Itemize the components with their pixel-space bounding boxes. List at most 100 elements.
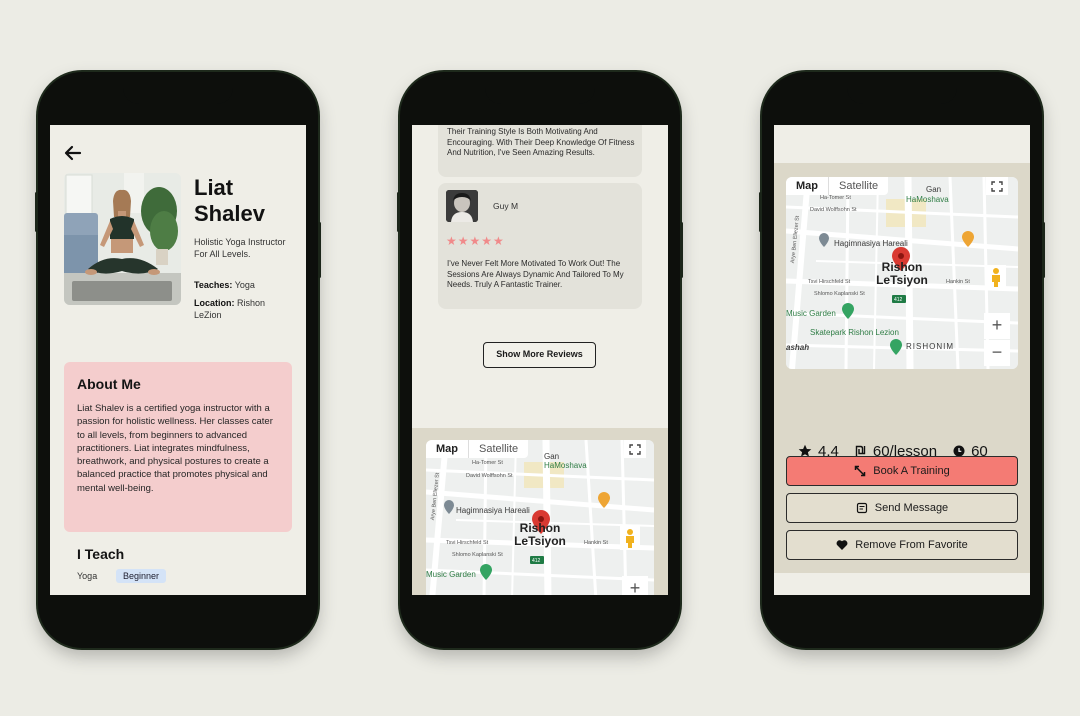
phone-notch (123, 76, 233, 104)
rating-stars: ★★★★★ (446, 234, 505, 248)
street-hatomer: Ha-Tomer St (472, 460, 503, 466)
show-more-reviews-button[interactable]: Show More Reviews (483, 342, 596, 368)
message-icon (856, 502, 867, 514)
map-view[interactable]: 412 Map Satellite Gan HaMoshava Ha-Tomer… (786, 177, 1018, 369)
back-arrow-icon[interactable] (64, 145, 82, 161)
city-line2: LeTsiyon (514, 534, 566, 548)
teaches-label: Teaches: (194, 280, 233, 290)
yoga-instructor-image (64, 173, 181, 305)
poi-music-garden: Music Garden (426, 570, 476, 579)
map-panel: 412 Map Satellite Gan HaMoshava Ha-Tomer… (412, 428, 668, 595)
send-message-label: Send Message (874, 502, 949, 514)
phone-mockup-reviews: Their Training Style Is Both Motivating … (397, 72, 683, 648)
poi-ashah: ashah (786, 343, 810, 352)
map-pin-icon (842, 303, 854, 319)
poi-gan: Gan (544, 452, 560, 461)
book-training-button[interactable]: Book A Training (786, 456, 1018, 486)
map-pin-icon (598, 492, 610, 508)
street-tsvi: Tsvi Hirschfeld St (808, 279, 851, 285)
poi-music-garden: Music Garden (786, 309, 836, 318)
poi-hagimnasiya: Hagimnasiya Hareali (456, 506, 530, 515)
fullscreen-icon[interactable] (624, 440, 646, 458)
street-hankin: Hankin St (946, 279, 970, 285)
heart-icon (836, 540, 848, 550)
street-david: David Wolffsohn St (466, 473, 513, 479)
remove-favorite-button[interactable]: Remove From Favorite (786, 530, 1018, 560)
review-text: Their Training Style Is Both Motivating … (447, 127, 635, 158)
zoom-in-button[interactable]: + (984, 313, 1010, 339)
booking-screen: 412 Map Satellite Gan HaMoshava Ha-Tomer… (774, 125, 1030, 595)
phone-mockup-booking: 412 Map Satellite Gan HaMoshava Ha-Tomer… (759, 72, 1045, 648)
poi-hamoshava: HaMoshava (906, 195, 949, 204)
about-me-body: Liat Shalev is a certified yoga instruct… (77, 403, 273, 494)
road-badge: 412 (532, 558, 541, 564)
zoom-in-button[interactable]: + (622, 576, 648, 595)
about-me-title: About Me (77, 376, 141, 392)
profile-photo (64, 173, 181, 305)
reviews-screen: Their Training Style Is Both Motivating … (412, 125, 668, 595)
profile-screen: Liat Shalev Holistic Yoga Instructor For… (50, 125, 306, 595)
phone-volume-button (397, 192, 400, 232)
map-pin-icon (480, 564, 492, 580)
teaches-value: Yoga (234, 280, 255, 290)
map-pin-icon (819, 233, 829, 247)
city-line2: LeTsiyon (876, 273, 928, 287)
city-label: Rishon LeTsiyon (512, 522, 568, 548)
map-tab-map[interactable]: Map (426, 440, 469, 458)
street-hankin: Hankin St (584, 540, 608, 546)
street-view-pegman-icon[interactable] (620, 526, 640, 550)
poi-gan: Gan (926, 185, 942, 194)
teach-sport: Yoga (77, 571, 98, 581)
map-pin-icon (444, 500, 454, 514)
remove-favorite-label: Remove From Favorite (855, 539, 968, 551)
phone-power-button (318, 222, 321, 278)
instructor-first-name: Liat (194, 175, 234, 200)
street-tsvi: Tsvi Hirschfeld St (446, 540, 489, 546)
map-view[interactable]: 412 Map Satellite Gan HaMoshava Ha-Tomer… (426, 440, 654, 595)
booking-panel: 412 Map Satellite Gan HaMoshava Ha-Tomer… (774, 163, 1030, 573)
map-tab-satellite[interactable]: Satellite (829, 177, 888, 195)
poi-skatepark: Skatepark Rishon Lezion (810, 328, 899, 337)
teach-level-badge: Beginner (116, 569, 167, 583)
instructor-name: Liat Shalev (194, 175, 304, 227)
instructor-last-name: Shalev (194, 201, 265, 226)
map-tab-satellite[interactable]: Satellite (469, 440, 528, 458)
street-shlomo: Shlomo Kaplanski St (452, 552, 503, 558)
location-row: Location: Rishon LeZion (194, 297, 290, 321)
phone-power-button (680, 222, 683, 278)
poi-rishonim: RISHONIM (906, 342, 954, 351)
instructor-subtitle: Holistic Yoga Instructor For All Levels. (194, 237, 286, 259)
phone-power-button (1042, 222, 1045, 278)
location-label: Location: (194, 298, 235, 308)
road-badge: 412 (894, 297, 903, 303)
phone-volume-button (759, 192, 762, 232)
reviewer-avatar (446, 190, 478, 222)
street-david: David Wolffsohn St (810, 207, 857, 213)
about-me-card: About Me Liat Shalev is a certified yoga… (64, 362, 292, 532)
teaches-row: Teaches: Yoga (194, 279, 290, 291)
review-card: Guy M ★★★★★ I've Never Felt More Motivat… (438, 183, 642, 309)
expand-arrows-icon (855, 465, 866, 477)
phone-notch (485, 76, 595, 104)
street-hatomer: Ha-Tomer St (820, 195, 851, 201)
map-pin-icon (890, 339, 902, 355)
i-teach-title: I Teach (77, 546, 125, 562)
phone-notch (847, 76, 957, 104)
map-tab-map[interactable]: Map (786, 177, 829, 195)
map-type-tabs: Map Satellite (426, 440, 529, 458)
send-message-button[interactable]: Send Message (786, 493, 1018, 523)
street-view-pegman-icon[interactable] (986, 265, 1006, 289)
map-pin-icon (962, 231, 974, 247)
review-card: Their Training Style Is Both Motivating … (438, 125, 642, 177)
book-training-label: Book A Training (873, 465, 950, 477)
zoom-out-button[interactable]: − (984, 340, 1010, 366)
street-shlomo: Shlomo Kaplanski St (814, 291, 865, 297)
fullscreen-icon[interactable] (986, 177, 1008, 195)
poi-hamoshava: HaMoshava (544, 461, 587, 470)
city-label: Rishon LeTsiyon (872, 261, 932, 287)
review-text: I've Never Felt More Motivated To Work O… (447, 259, 624, 290)
phone-mockup-profile: Liat Shalev Holistic Yoga Instructor For… (35, 72, 321, 648)
reviewer-name: Guy M (493, 201, 519, 211)
phone-volume-button (35, 192, 38, 232)
map-type-tabs: Map Satellite (786, 177, 889, 195)
